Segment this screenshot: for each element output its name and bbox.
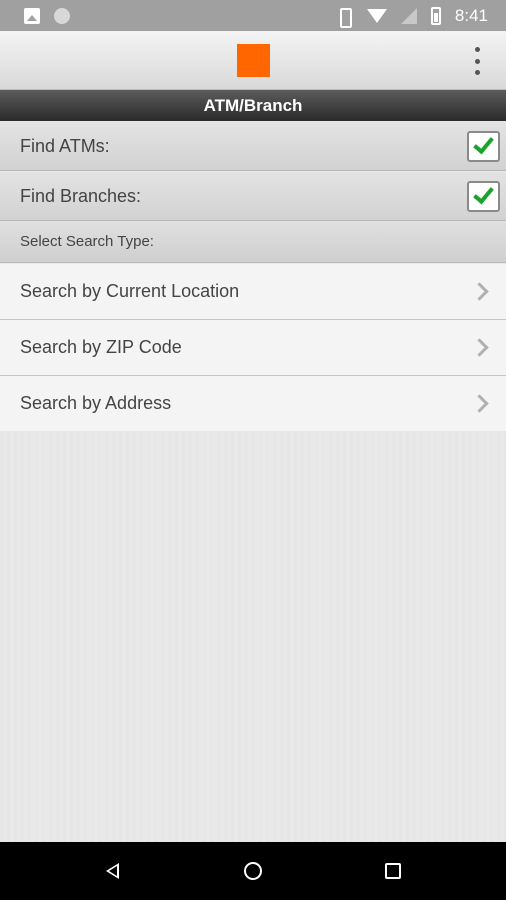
find-branches-checkbox[interactable] [467, 180, 500, 212]
search-address-item[interactable]: Search by Address [0, 376, 506, 432]
search-zip-code-item[interactable]: Search by ZIP Code [0, 320, 506, 376]
home-icon[interactable] [244, 862, 262, 880]
signal-icon [400, 7, 417, 24]
overflow-menu-icon[interactable] [470, 47, 484, 75]
search-current-location-item[interactable]: Search by Current Location [0, 264, 506, 320]
status-time: 8:41 [454, 5, 488, 25]
chevron-right-icon [470, 282, 489, 301]
page-title-bar: ATM/Branch [0, 90, 506, 121]
status-left [24, 7, 70, 24]
check-icon [473, 132, 494, 155]
system-nav-bar [0, 842, 506, 900]
menu-dot [474, 47, 480, 52]
find-branches-label: Find Branches: [20, 185, 142, 206]
chevron-right-icon [470, 394, 489, 413]
search-option-label: Search by ZIP Code [20, 337, 182, 357]
find-atms-row[interactable]: Find ATMs: [0, 122, 506, 171]
vibrate-icon [335, 7, 353, 28]
wifi-icon [366, 8, 387, 23]
app-header [0, 31, 506, 90]
search-option-label: Search by Current Location [20, 281, 240, 301]
recents-icon[interactable] [385, 863, 401, 879]
check-icon [473, 182, 494, 205]
section-header-label: Select Search Type: [20, 233, 154, 250]
status-bar: 8:41 [0, 0, 506, 31]
chevron-right-icon [470, 338, 489, 357]
menu-dot [474, 58, 480, 64]
battery-icon [430, 6, 441, 25]
section-header: Select Search Type: [0, 221, 506, 263]
page-title: ATM/Branch [203, 95, 303, 115]
find-atms-checkbox[interactable] [467, 130, 500, 162]
search-option-label: Search by Address [20, 393, 172, 413]
status-right: 8:41 [335, 5, 488, 28]
menu-dot [474, 70, 480, 75]
back-icon[interactable] [106, 863, 119, 879]
empty-content-area [0, 431, 506, 842]
image-icon [24, 7, 40, 24]
circle-icon [54, 7, 70, 24]
find-atms-label: Find ATMs: [20, 135, 110, 156]
brand-logo [237, 44, 270, 77]
find-branches-row[interactable]: Find Branches: [0, 172, 506, 221]
